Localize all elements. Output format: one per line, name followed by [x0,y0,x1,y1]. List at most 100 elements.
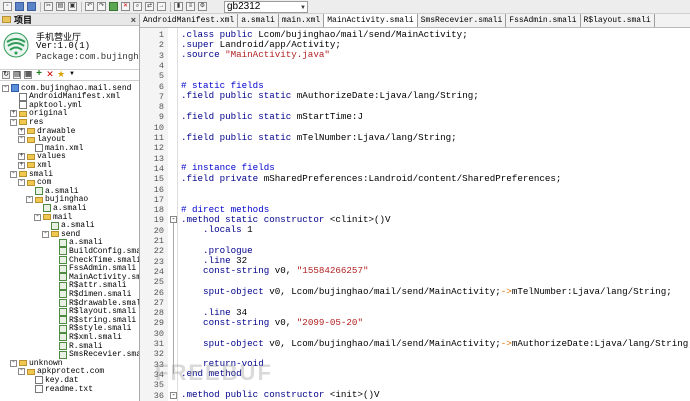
tree-toolbar: ↻ ▤ ▦ + ✕ ★ ▼ [0,69,139,81]
line-number: 28 [153,308,164,319]
close-icon[interactable]: × [131,15,136,25]
collapse-toggle-icon[interactable]: - [10,170,17,178]
project-panel: 项目 × 手机营业厅 Ver:1.0(1) Package:com.bujing… [0,14,140,401]
code-token: "2099-05-20" [296,316,363,328]
folder-icon [27,368,35,375]
code-line[interactable]: sput-object v0, Lcom/bujinghao/mail/send… [181,338,690,350]
code-token: .field public static [181,131,297,143]
collapse-toggle-icon[interactable]: - [18,368,25,376]
code-line[interactable]: .field public static mStartTime:J [181,111,363,123]
collapse-toggle-icon[interactable]: - [10,118,17,126]
expand-toggle-icon[interactable]: + [18,161,25,169]
tab-smsrecevier-smali[interactable]: SmsRecevier.smali [418,14,507,27]
cut-icon[interactable]: ✂ [44,2,53,11]
settings-icon[interactable]: ⚙ [198,2,207,11]
tab-androidmanifest-xml[interactable]: AndroidManifest.xml [140,14,239,27]
font-select[interactable]: gb2312 ▼ [224,1,308,13]
code-token: sput-object [181,286,270,297]
build-icon[interactable] [109,2,118,11]
code-token: const-string [181,265,275,277]
code-token: mTelNumber:Ljava/lang/String; [511,286,672,297]
line-number: 31 [153,339,164,349]
undo-icon[interactable]: ↶ [85,2,94,11]
code-line[interactable]: .locals 1 [181,224,253,236]
app-version: Ver:1.0(1) [36,41,91,51]
code-editor[interactable]: 1 2 3 4 5 6 7 8 9 10 11 12 13 14 15 16 17 18 19 20 21 22 23 24 2… [140,28,690,401]
line-number: 22 [153,246,164,257]
tree-item[interactable]: SmsRecevier.smali [50,350,139,360]
app-package: Package:com.bujinghao.mail [36,52,139,62]
new-file-icon[interactable]: ▫ [3,2,12,11]
code-token: -> [500,286,512,297]
tab-a-smali[interactable]: a.smali [238,14,279,27]
tab-r-layout-smali[interactable]: R$layout.smali [581,14,655,27]
goto-icon[interactable]: → [157,2,166,11]
collapse-icon[interactable]: ▤ [13,71,21,79]
code-line[interactable]: .field public static mTelNumber:Ljava/la… [181,132,457,144]
indent-icon[interactable]: ≡ [186,2,195,11]
code-line[interactable]: .method public constructor <init>()V [181,389,380,401]
expand-toggle-icon[interactable]: + [18,153,25,161]
code-token: <clinit>()V [329,213,391,225]
line-number: 7 [158,91,164,102]
line-number: 26 [153,287,164,298]
expand-toggle-icon[interactable]: + [18,127,25,135]
collapse-toggle-icon[interactable]: - [2,84,9,92]
favorite-icon[interactable]: ★ [57,70,65,79]
code-line[interactable]: .field public static mAuthorizeDate:Ljav… [181,90,479,102]
open-icon[interactable] [15,2,24,11]
expand-toggle-icon[interactable]: + [10,110,17,118]
code-token: .field private [181,172,264,184]
collapse-toggle-icon[interactable]: - [18,136,25,144]
code-token: "15584266257" [296,265,369,277]
tab-fssadmin-smali[interactable]: FssAdmin.smali [506,14,581,27]
refresh-icon[interactable]: ↻ [2,71,10,79]
project-info: 手机营业厅 Ver:1.0(1) Package:com.bujinghao.m… [0,26,139,70]
code-token: .field public static [181,110,297,122]
line-number: 27 [153,297,164,308]
tab-mainactivity-smali[interactable]: MainActivity.smali [324,14,418,27]
line-number: 11 [153,133,164,143]
find-icon[interactable]: ⌕ [133,2,142,11]
save-icon[interactable] [27,2,36,11]
line-number: 36 [153,390,164,401]
expand-icon[interactable]: ▦ [24,71,32,79]
code-token: sput-object [181,337,270,349]
collapse-toggle-icon[interactable]: - [10,359,17,367]
collapse-toggle-icon[interactable]: - [42,230,49,238]
chevron-down-icon[interactable]: ▼ [68,71,76,79]
code-token: <init>()V [329,389,380,400]
tree-item[interactable]: readme.txt [26,384,93,394]
collapse-toggle-icon[interactable]: - [34,213,41,221]
code-token: 1 [247,224,253,236]
stop-icon[interactable]: ✕ [121,2,130,11]
code-line[interactable]: sput-object v0, Lcom/bujinghao/mail/send… [181,286,672,298]
redo-icon[interactable]: ↷ [97,2,106,11]
add-icon[interactable]: + [35,69,43,79]
collapse-toggle-icon[interactable]: - [26,196,33,204]
fold-toggle-icon[interactable]: - [170,216,177,224]
folder-icon [19,171,27,177]
line-number: 23 [153,256,164,267]
code-line[interactable]: .source "MainActivity.java" [181,49,330,61]
replace-icon[interactable]: ⇄ [145,2,154,11]
line-number: 25 [153,277,164,288]
fold-toggle-icon[interactable]: - [170,391,177,399]
line-number: 14 [153,163,164,174]
paste-icon[interactable]: ▣ [68,2,77,11]
editor-tabs: AndroidManifest.xml a.smali main.xml MainAc… [140,14,690,28]
chevron-down-icon: ▼ [300,5,306,11]
tab-main-xml[interactable]: main.xml [279,14,325,27]
collapse-toggle-icon[interactable]: - [18,179,25,187]
code-token: mAuthorizeDate:Ljava/lang/String; [296,90,479,102]
line-number: 20 [153,225,164,236]
code-line[interactable]: .field private mSharedPreferences:Landro… [181,173,561,185]
bookmark-icon[interactable]: ▮ [174,2,183,11]
line-number: 24 [153,266,164,277]
file-icon [35,385,43,393]
delete-icon[interactable]: ✕ [46,70,54,79]
code-line[interactable]: const-string v0, "2099-05-20" [181,317,363,329]
code-line[interactable]: const-string v0, "15584266257" [181,265,368,277]
line-number: 4 [158,60,164,71]
copy-icon[interactable]: ▤ [56,2,65,11]
